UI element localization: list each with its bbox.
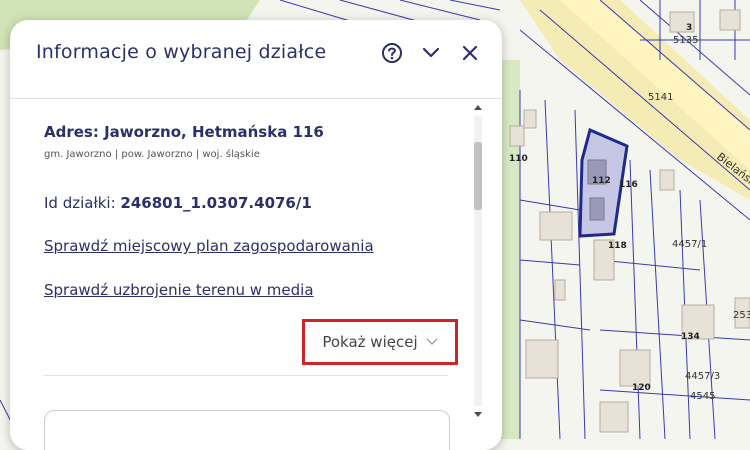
help-icon bbox=[382, 43, 402, 63]
map-label: 110 bbox=[509, 154, 528, 164]
header-divider bbox=[10, 98, 502, 99]
chevron-down-icon bbox=[422, 47, 440, 58]
utilities-link[interactable]: Sprawdź uzbrojenie terenu w media bbox=[44, 281, 314, 299]
map-label: 4457/3 bbox=[685, 371, 720, 382]
panel-header: Informacje o wybranej działce bbox=[10, 20, 502, 84]
scrollbar-thumb[interactable] bbox=[474, 142, 482, 210]
scrollbar[interactable] bbox=[472, 102, 484, 422]
building bbox=[589, 197, 605, 221]
map-label: 134 bbox=[681, 332, 700, 342]
map-label: 112 bbox=[592, 176, 611, 186]
map-label: 118 bbox=[608, 241, 627, 251]
parcel-address: Adres: Jaworzno, Hetmańska 116 bbox=[44, 123, 324, 141]
parcel-admin-units: gm. Jaworzno | pow. Jaworzno | woj. śląs… bbox=[44, 149, 260, 160]
panel-content: Adres: Jaworzno, Hetmańska 116 gm. Jawor… bbox=[44, 102, 464, 450]
map-label: 116 bbox=[619, 180, 638, 190]
map-label: 5135 bbox=[673, 35, 698, 46]
zoning-plan-link[interactable]: Sprawdź miejscowy plan zagospodarowania bbox=[44, 237, 374, 255]
map-label: 3 bbox=[686, 23, 692, 33]
close-icon bbox=[462, 45, 478, 61]
content-divider bbox=[44, 375, 448, 376]
scroll-down-icon[interactable] bbox=[472, 408, 484, 420]
panel-title: Informacje o wybranej działce bbox=[36, 41, 327, 63]
parcel-id-row: Id działki: 246801_1.0307.4076/1 bbox=[44, 194, 312, 212]
next-section-box[interactable] bbox=[44, 410, 450, 450]
map-label: 5141 bbox=[648, 92, 673, 103]
parcel-id-value: 246801_1.0307.4076/1 bbox=[120, 194, 312, 212]
map-label: 120 bbox=[632, 383, 651, 393]
map-label: 4457/1 bbox=[672, 239, 707, 250]
collapse-button[interactable] bbox=[418, 40, 444, 66]
chevron-down-icon bbox=[426, 338, 438, 345]
help-button[interactable] bbox=[379, 40, 405, 66]
parcel-id-label: Id działki: bbox=[44, 194, 116, 212]
show-more-label: Pokaż więcej bbox=[322, 333, 418, 351]
parcel-info-panel: Informacje o wybranej działce Adres: Jaw… bbox=[10, 20, 502, 450]
map-label: 4545 bbox=[690, 391, 715, 402]
green-area bbox=[500, 60, 520, 439]
close-button[interactable] bbox=[457, 40, 483, 66]
map-label: 253 bbox=[733, 310, 750, 321]
scroll-up-icon[interactable] bbox=[472, 102, 484, 114]
show-more-button[interactable]: Pokaż więcej bbox=[302, 319, 458, 365]
